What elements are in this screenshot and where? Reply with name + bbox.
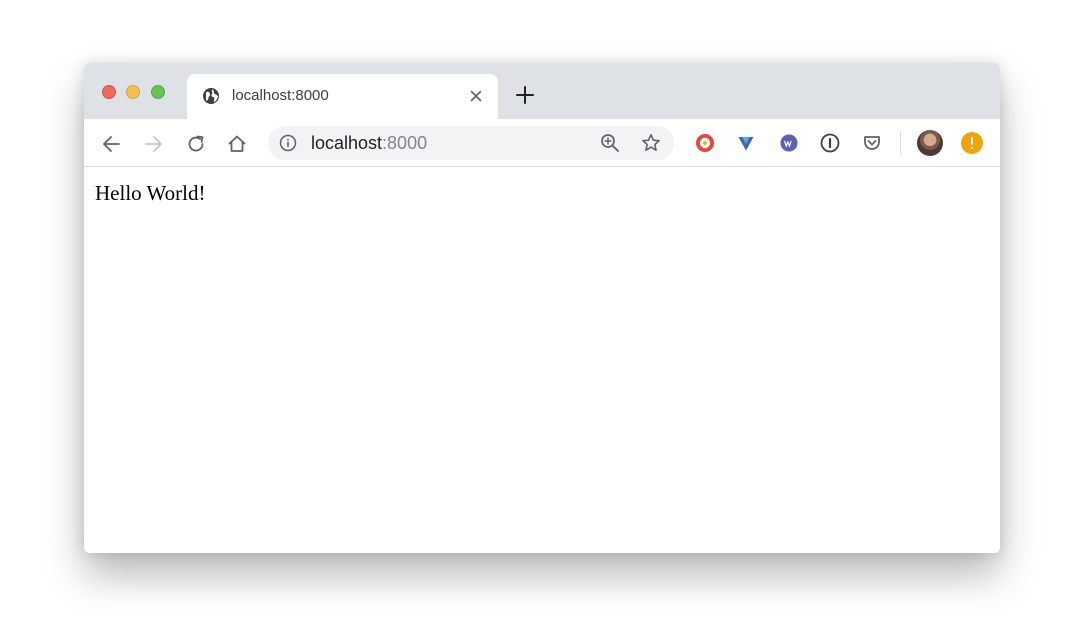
url-port: :8000: [382, 133, 428, 153]
close-icon[interactable]: [467, 87, 485, 105]
home-icon[interactable]: [226, 133, 248, 155]
info-icon[interactable]: [279, 134, 297, 152]
star-icon[interactable]: [640, 132, 662, 154]
close-window-button[interactable]: [102, 85, 116, 99]
extension-wappalyzer-icon[interactable]: [778, 132, 800, 154]
url-text: localhost:8000: [311, 134, 427, 153]
pocket-icon[interactable]: [861, 132, 883, 154]
globe-icon: [203, 88, 219, 104]
zoom-window-button[interactable]: [151, 85, 165, 99]
profile-alert-icon[interactable]: [961, 132, 983, 154]
page-content: Hello World!: [84, 167, 1000, 553]
reload-icon[interactable]: [185, 133, 207, 155]
zoom-icon[interactable]: [599, 132, 621, 154]
url-host: localhost: [311, 133, 383, 153]
minimize-window-button[interactable]: [126, 85, 140, 99]
toolbar: localhost:8000: [84, 119, 1000, 167]
extension-red-icon[interactable]: [694, 132, 716, 154]
avatar[interactable]: [917, 130, 943, 156]
body-text: Hello World!: [95, 181, 206, 205]
address-bar[interactable]: localhost:8000: [268, 126, 674, 160]
toolbar-divider: [900, 131, 901, 155]
arrow-right-icon[interactable]: [142, 133, 164, 155]
tab-title: localhost:8000: [232, 87, 329, 104]
alert-bar: [971, 137, 973, 145]
extension-1password-icon[interactable]: [819, 132, 841, 154]
arrow-left-icon[interactable]: [101, 133, 123, 155]
extension-v-icon[interactable]: [735, 132, 757, 154]
plus-icon[interactable]: [515, 85, 535, 105]
tab-strip: localhost:8000: [84, 63, 1000, 119]
browser-tab[interactable]: localhost:8000: [187, 74, 498, 119]
alert-dot: [971, 147, 973, 149]
browser-window: localhost:8000 localhost:8000 Hello Worl…: [84, 63, 1000, 553]
